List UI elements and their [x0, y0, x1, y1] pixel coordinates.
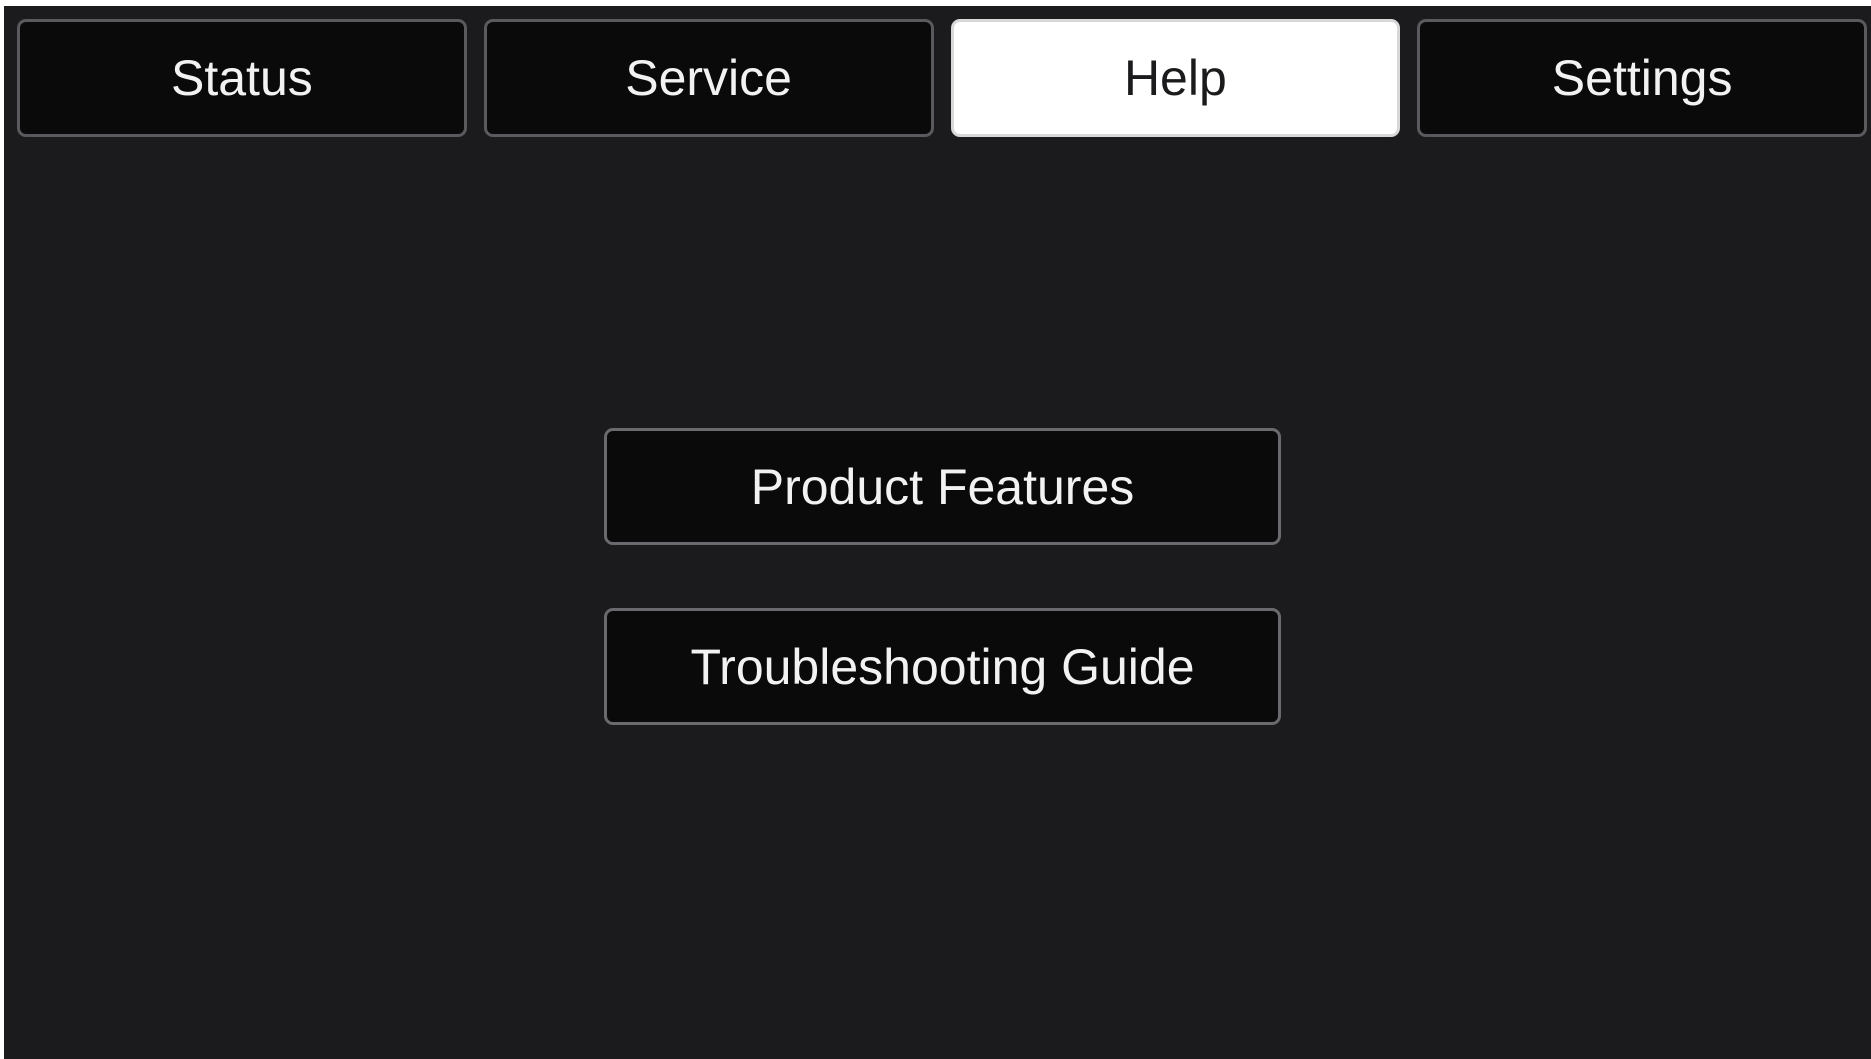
tab-bar: Status Service Help Settings [17, 19, 1867, 137]
help-screen: Status Service Help Settings Product Fea… [4, 6, 1871, 1059]
tab-settings[interactable]: Settings [1417, 19, 1867, 137]
product-features-button[interactable]: Product Features [604, 428, 1281, 545]
tab-status[interactable]: Status [17, 19, 467, 137]
troubleshooting-guide-button[interactable]: Troubleshooting Guide [604, 608, 1281, 725]
tab-service[interactable]: Service [483, 19, 934, 137]
tab-help[interactable]: Help [950, 19, 1401, 137]
